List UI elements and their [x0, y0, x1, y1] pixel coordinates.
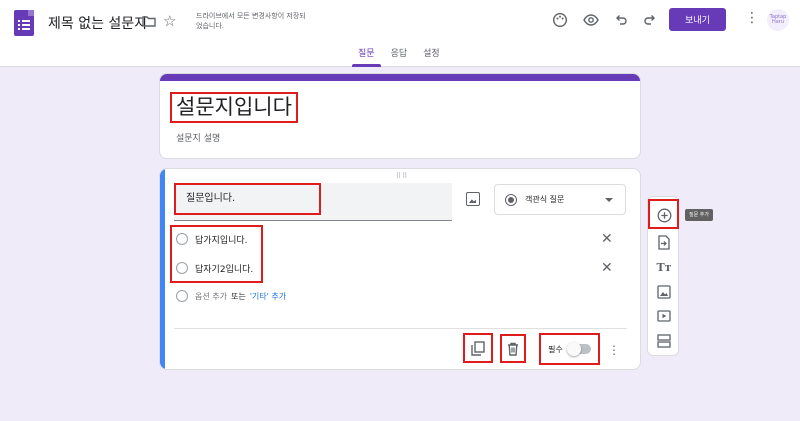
tab-responses[interactable]: 응답 [383, 47, 416, 67]
add-option-or: 또는 [230, 291, 246, 301]
option-item[interactable]: 답자기2입니다. [176, 260, 253, 276]
forms-logo-icon[interactable] [14, 10, 34, 36]
top-bar: 제목 없는 설문지 ☆ 드라이브에서 모든 변경사항이 저장되었습니다. 보내기… [0, 0, 800, 67]
dropdown-arrow-icon [605, 197, 613, 202]
radio-unchecked-icon [176, 262, 188, 274]
add-image-icon[interactable] [466, 192, 480, 206]
add-image-icon[interactable] [656, 284, 672, 300]
title-card-accent [160, 74, 640, 81]
add-section-icon[interactable] [656, 333, 672, 349]
add-option-row: 옵션 추가 또는 '기타' 추가 [176, 290, 286, 302]
question-card: ⠿⠿ 질문입니다. 객관식 질문 답가지입니다. ✕ 답자기2입니다. ✕ 옵션… [159, 168, 641, 370]
required-toggle[interactable] [566, 342, 591, 356]
question-type-label: 객관식 질문 [525, 195, 565, 204]
form-title-card: 설문지입니다 설문지 설명 [159, 73, 641, 159]
delete-button[interactable] [500, 334, 526, 363]
form-title[interactable]: 설문지입니다 [170, 92, 298, 123]
add-option-link[interactable]: 옵션 추가 [195, 291, 227, 302]
star-icon[interactable]: ☆ [163, 12, 176, 30]
drag-handle-icon[interactable]: ⠿⠿ [396, 172, 408, 180]
form-description[interactable]: 설문지 설명 [176, 131, 220, 144]
trash-icon [508, 342, 518, 356]
avatar[interactable]: Taptap Haru [767, 9, 789, 31]
save-status: 드라이브에서 모든 변경사항이 저장되었습니다. [196, 12, 306, 30]
duplicate-button[interactable] [463, 333, 493, 363]
required-toggle-group: 필수 [539, 333, 600, 365]
undo-icon[interactable] [611, 10, 631, 30]
question-field[interactable]: 질문입니다. [174, 183, 452, 221]
option-label[interactable]: 답가지입니다. [195, 233, 248, 246]
remove-option-icon[interactable]: ✕ [601, 232, 613, 246]
doc-title[interactable]: 제목 없는 설문지 [48, 13, 147, 33]
add-video-icon[interactable] [656, 308, 672, 324]
add-question-tooltip: 질문 추가 [685, 209, 713, 221]
add-other-link[interactable]: '기타' 추가 [250, 291, 286, 302]
radio-unchecked-icon [176, 233, 188, 245]
add-title-text-icon[interactable]: Tт [656, 259, 672, 275]
remove-option-icon[interactable]: ✕ [601, 261, 613, 275]
question-more-icon[interactable]: ⋮ [608, 343, 620, 357]
tab-settings[interactable]: 설정 [415, 47, 448, 67]
copy-icon [471, 340, 485, 356]
folder-icon[interactable] [142, 14, 156, 28]
preview-eye-icon[interactable] [581, 10, 601, 30]
required-label: 필수 [548, 344, 563, 354]
active-card-indicator [160, 169, 165, 369]
more-vert-icon[interactable]: ⋮ [745, 10, 759, 26]
tab-bar: 질문 응답 설정 [350, 47, 448, 67]
radio-unchecked-icon [176, 290, 188, 302]
redo-icon[interactable] [640, 10, 660, 30]
import-questions-icon[interactable] [656, 234, 672, 250]
question-type-select[interactable]: 객관식 질문 [494, 184, 626, 215]
radio-button-checked-icon [505, 193, 517, 206]
question-text[interactable]: 질문입니다. [174, 183, 321, 215]
option-label[interactable]: 답자기2입니다. [195, 262, 253, 275]
card-divider [174, 328, 627, 329]
palette-icon[interactable] [550, 10, 570, 30]
add-question-highlight [648, 199, 679, 229]
tab-questions[interactable]: 질문 [350, 47, 383, 67]
option-item[interactable]: 답가지입니다. [176, 231, 248, 247]
send-button[interactable]: 보내기 [669, 8, 726, 31]
